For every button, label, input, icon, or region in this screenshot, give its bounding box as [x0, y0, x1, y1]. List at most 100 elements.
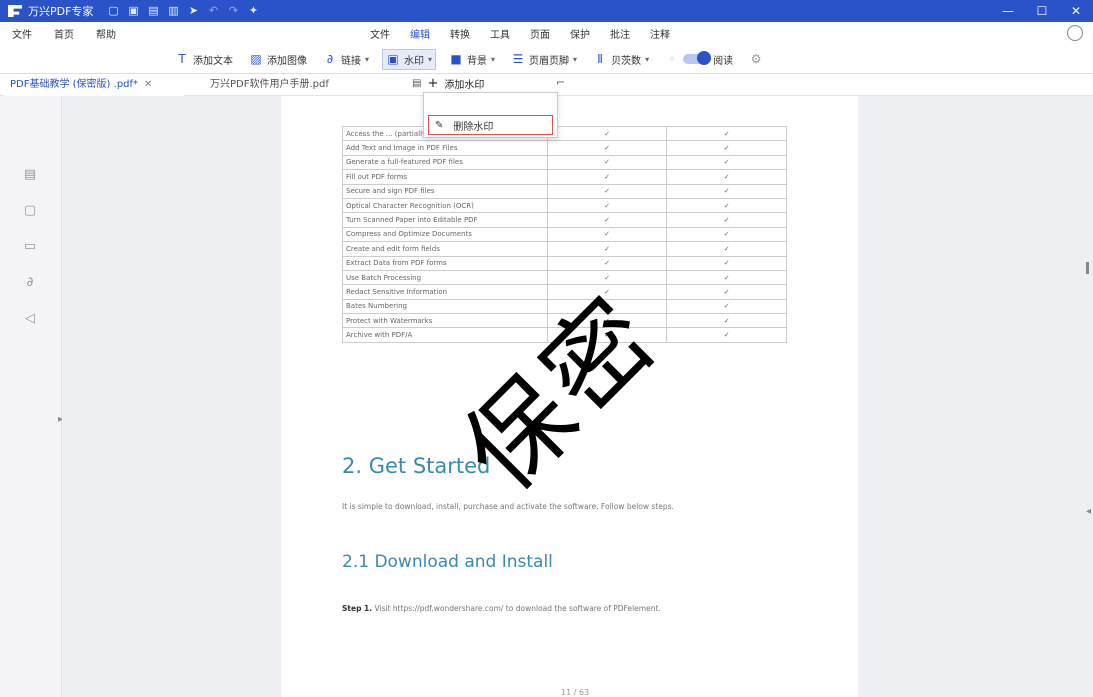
user-avatar-icon[interactable]: [1067, 25, 1083, 41]
table-row: Optical Character Recognition (OCR) ✓ ✓: [342, 197, 787, 214]
table-row: Add Text and Image in PDF Files ✓ ✓: [342, 140, 787, 156]
tab-label: PDF基础教学 (保密版) .pdf*: [10, 79, 139, 90]
check-cell: ✓: [546, 197, 668, 214]
scrollbar-thumb[interactable]: [1086, 262, 1089, 274]
check-cell: ✓: [546, 125, 668, 142]
left-sidebar: ▤ ▢ ▭ ∂ ◁ ▸: [0, 96, 63, 697]
feature-name-cell: Generate a full-featured PDF files: [342, 154, 548, 171]
minimize-button[interactable]: —: [991, 0, 1025, 22]
print-icon[interactable]: ▤: [147, 5, 159, 17]
add-watermark-item[interactable]: ▤ + 添加水印: [412, 76, 484, 91]
table-row: Turn Scanned Paper into Editable PDF ✓ ✓: [342, 212, 787, 228]
feature-name-cell: Fill out PDF forms: [342, 169, 548, 185]
ribbon-tab-file[interactable]: 文件: [368, 26, 392, 41]
chevron-down-icon: ▾: [645, 54, 650, 64]
thumbnail-icon[interactable]: ▤: [22, 168, 38, 182]
feature-name-cell: Optical Character Recognition (OCR): [342, 197, 548, 214]
expand-arrow-icon[interactable]: ◂: [1086, 506, 1091, 517]
feature-name-cell: Redact Sensitive Information: [342, 284, 548, 300]
text-icon: T: [178, 52, 186, 66]
toggle-switch[interactable]: [683, 51, 712, 65]
table-row: Fill out PDF forms ✓ ✓: [342, 169, 787, 185]
ribbon-tab-page[interactable]: 页面: [528, 26, 552, 41]
menu-file[interactable]: 文件: [12, 26, 32, 41]
check-cell: ✓: [546, 140, 668, 156]
check-cell: ✓: [666, 298, 787, 315]
feature-name-cell: Compress and Optimize Documents: [342, 226, 548, 243]
ribbon-tab-protect[interactable]: 保护: [568, 26, 592, 41]
feature-name-cell: Add Text and Image in PDF Files: [342, 140, 548, 156]
edit-icon[interactable]: ▥: [167, 5, 179, 17]
remove-watermark-item[interactable]: ✎ 删除水印: [428, 115, 553, 135]
read-mode-toggle[interactable]: ◦ 阅读: [662, 50, 736, 69]
table-row: Create and edit form fields ✓ ✓: [342, 241, 787, 257]
feature-name-cell: Turn Scanned Paper into Editable PDF: [342, 212, 548, 228]
save-icon[interactable]: ▢: [107, 5, 119, 17]
add-text-label: 添加文本: [193, 55, 233, 67]
check-cell: ✓: [666, 169, 787, 185]
dropdown-anchor-icon: ⌐: [556, 76, 566, 89]
check-cell: ✓: [666, 255, 787, 271]
menu-home[interactable]: 首页: [54, 26, 74, 41]
settings-button[interactable]: ⚙: [746, 50, 766, 68]
check-cell: ✓: [666, 197, 787, 214]
search-icon[interactable]: ◁: [22, 312, 38, 326]
background-button[interactable]: ■ 背景 ▾: [446, 50, 498, 69]
section-paragraph: It is simple to download, install, purch…: [342, 502, 674, 511]
bates-button[interactable]: Ⅱ 贝茨数 ▾: [590, 50, 652, 69]
watermark-icon: ▣: [387, 52, 399, 66]
watermark-small-icon: ▤: [412, 78, 422, 89]
app-name: 万兴PDF专家: [28, 5, 94, 18]
ribbon-tab-annotate[interactable]: 注释: [648, 26, 672, 41]
check-cell: ✓: [546, 154, 668, 171]
undo-icon[interactable]: ↶: [207, 5, 219, 17]
check-cell: ✓: [666, 269, 787, 286]
add-image-button[interactable]: ▨ 添加图像: [246, 50, 310, 69]
read-icon: ◦: [668, 52, 676, 66]
add-watermark-label: 添加水印: [444, 80, 485, 91]
header-footer-button[interactable]: ☰ 页眉页脚 ▾: [508, 50, 580, 69]
pdf-page: Access the ... (partially hidden) ✓ ✓ Add T…: [281, 96, 858, 697]
pencil-icon: ✎: [435, 119, 444, 131]
maximize-button[interactable]: ☐: [1025, 0, 1059, 22]
comment-icon[interactable]: ▭: [22, 240, 38, 254]
edit-toolbar: T 添加文本 ▨ 添加图像 ∂ 链接 ▾ ▣ 水印 ▾ ■ 背景 ▾ ☰ 页眉页…: [0, 44, 1093, 74]
redo-icon[interactable]: ↷: [227, 5, 239, 17]
page-number: 11 / 63: [561, 688, 590, 697]
subsection-heading: 2.1 Download and Install: [342, 552, 553, 572]
watermark-button[interactable]: ▣ 水印 ▾: [382, 48, 437, 70]
tab-document-2[interactable]: 万兴PDF软件用户手册.pdf: [204, 74, 354, 96]
step-paragraph: Step 1. Visit https://pdf.wondershare.co…: [342, 604, 661, 613]
feature-name-cell: Protect with Watermarks: [342, 313, 548, 329]
header-footer-label: 页眉页脚: [529, 55, 570, 67]
link-icon: ∂: [326, 52, 334, 66]
table-row: Use Batch Processing ✓ ✓: [342, 269, 787, 286]
ribbon-tabs: 文件 编辑 转换 工具 页面 保护 批注 注释: [368, 22, 672, 46]
bookmark-icon[interactable]: ▢: [22, 204, 38, 218]
tab-document-1[interactable]: PDF基础教学 (保密版) .pdf* ✕: [4, 74, 184, 96]
menu-help[interactable]: 帮助: [96, 26, 116, 41]
feature-name-cell: Extract Data from PDF forms: [342, 255, 548, 271]
left-menu: 文件 首页 帮助: [12, 22, 116, 44]
pin-icon[interactable]: ✦: [247, 5, 259, 17]
open-icon[interactable]: ▣: [127, 5, 139, 17]
close-icon[interactable]: ✕: [144, 79, 152, 90]
attachment-icon[interactable]: ∂: [22, 276, 38, 290]
check-cell: ✓: [666, 327, 787, 343]
share-icon[interactable]: ➤: [187, 5, 199, 17]
check-cell: ✓: [546, 255, 668, 271]
close-button[interactable]: ✕: [1059, 0, 1093, 22]
ribbon-tab-convert[interactable]: 转换: [448, 26, 472, 41]
ribbon-tab-edit[interactable]: 编辑: [408, 26, 432, 46]
section-heading: 2. Get Started: [342, 454, 491, 478]
check-cell: ✓: [546, 169, 668, 185]
check-cell: ✓: [666, 284, 787, 300]
background-icon: ■: [450, 52, 462, 66]
check-cell: ✓: [546, 226, 668, 243]
link-button[interactable]: ∂ 链接 ▾: [320, 50, 372, 69]
table-row: Compress and Optimize Documents ✓ ✓: [342, 226, 787, 243]
add-text-button[interactable]: T 添加文本: [172, 50, 236, 69]
ribbon-tab-comment[interactable]: 批注: [608, 26, 632, 41]
ribbon-tab-tools[interactable]: 工具: [488, 26, 512, 41]
feature-name-cell: Archive with PDF/A: [342, 327, 548, 343]
